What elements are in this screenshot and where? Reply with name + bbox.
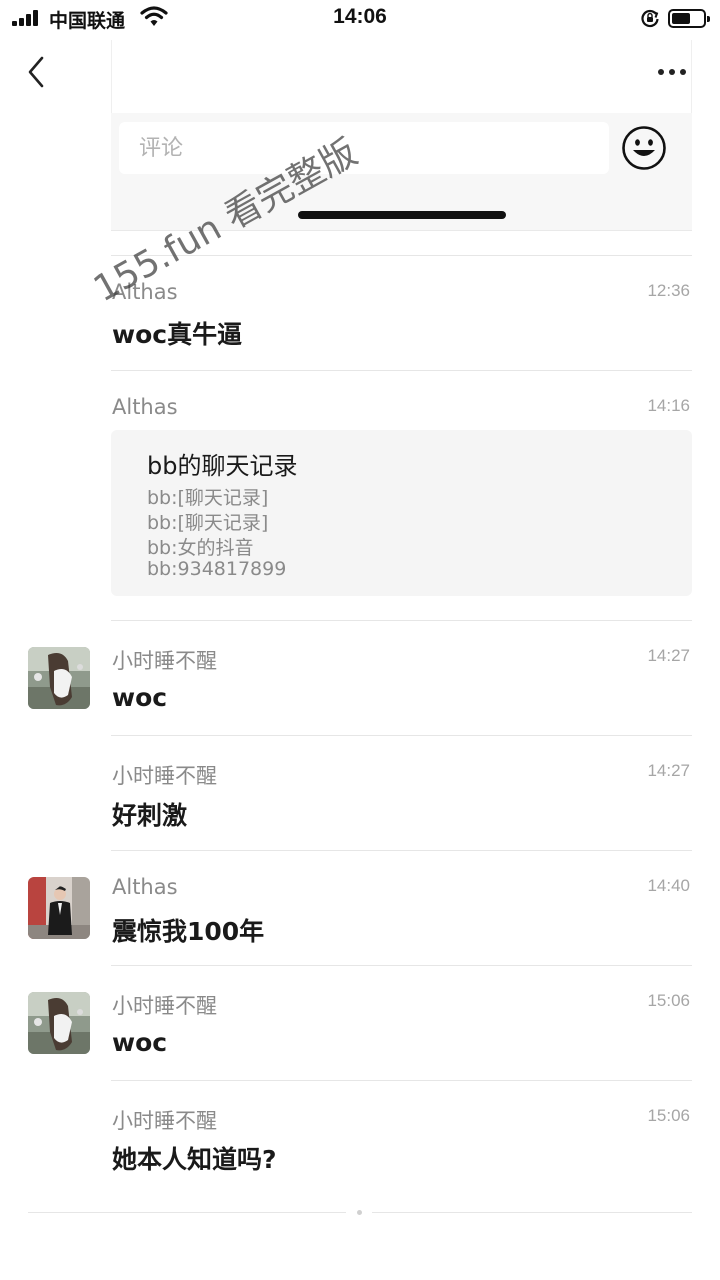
message-text: woc xyxy=(112,1028,168,1057)
end-line xyxy=(28,1212,346,1213)
panel-edge xyxy=(691,40,692,115)
emoji-smile-icon xyxy=(622,126,666,170)
message-text: woc真牛逼 xyxy=(112,320,243,349)
message-item: 小时睡不醒 14:27 woc xyxy=(0,621,720,735)
chat-record-line: bb:[聊天记录] xyxy=(147,487,269,509)
avatar[interactable] xyxy=(28,992,90,1054)
chat-record-title: bb的聊天记录 xyxy=(147,452,298,480)
message-sender: Althas xyxy=(112,395,178,419)
avatar[interactable] xyxy=(28,647,90,709)
end-dot xyxy=(357,1210,362,1215)
message-sender: 小时睡不醒 xyxy=(112,764,217,788)
chat-record-card[interactable]: bb的聊天记录 bb:[聊天记录] bb:[聊天记录] bb:女的抖音 bb:9… xyxy=(111,430,692,596)
avatar[interactable] xyxy=(28,877,90,939)
comment-input[interactable] xyxy=(119,122,609,174)
message-time: 14:27 xyxy=(647,761,690,780)
more-button[interactable] xyxy=(652,60,692,84)
emoji-button[interactable] xyxy=(621,125,667,171)
back-button[interactable] xyxy=(22,52,54,92)
message-sender: 小时睡不醒 xyxy=(112,994,217,1018)
chevron-left-icon xyxy=(28,56,44,88)
home-indicator xyxy=(298,211,506,219)
battery-icon xyxy=(668,9,710,28)
status-bar: 中国联通 14:06 xyxy=(0,0,720,38)
message-text: 好刺激 xyxy=(112,801,188,830)
message-text: 震惊我100年 xyxy=(112,917,265,946)
message-sender: Althas xyxy=(112,875,178,899)
message-item: 小时睡不醒 14:27 好刺激 xyxy=(0,736,720,850)
message-time: 14:40 xyxy=(647,876,690,895)
rotation-lock-icon xyxy=(641,9,659,28)
message-time: 15:06 xyxy=(647,991,690,1010)
panel-edge xyxy=(111,40,112,115)
message-item: 小时睡不醒 15:06 她本人知道吗? xyxy=(0,1081,720,1195)
end-line xyxy=(372,1212,692,1213)
message-item: 小时睡不醒 15:06 woc xyxy=(0,966,720,1080)
chat-record-line: bb:934817899 xyxy=(147,558,287,580)
chat-record-line: bb:女的抖音 xyxy=(147,537,254,559)
message-text: 她本人知道吗? xyxy=(112,1145,277,1174)
message-text: woc xyxy=(112,683,168,712)
status-time: 14:06 xyxy=(333,5,387,28)
message-sender: 小时睡不醒 xyxy=(112,649,217,673)
message-item: Althas 14:40 震惊我100年 xyxy=(0,851,720,965)
message-time: 14:16 xyxy=(647,396,690,415)
message-time: 12:36 xyxy=(647,281,690,300)
chat-record-line: bb:[聊天记录] xyxy=(147,512,269,534)
message-sender: 小时睡不醒 xyxy=(112,1109,217,1133)
message-time: 14:27 xyxy=(647,646,690,665)
message-time: 15:06 xyxy=(647,1106,690,1125)
